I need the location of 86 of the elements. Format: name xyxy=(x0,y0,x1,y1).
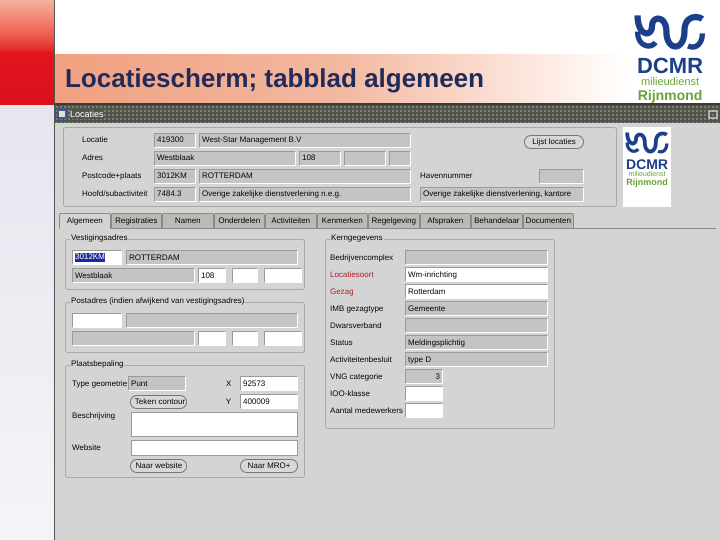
input-field[interactable] xyxy=(344,150,386,166)
input-field[interactable]: Gemeente xyxy=(405,301,548,316)
field-label: Locatiesoort xyxy=(330,270,375,278)
field-label: Havennummer xyxy=(420,172,472,180)
app-icon xyxy=(57,109,67,119)
maximize-icon[interactable] xyxy=(708,110,718,118)
field-label: X xyxy=(226,380,232,388)
field-label: VNG categorie xyxy=(330,372,384,380)
input-field[interactable] xyxy=(539,168,584,184)
input-field[interactable]: 3012KM xyxy=(154,168,196,184)
input-field[interactable] xyxy=(405,386,443,401)
input-field[interactable]: Overige zakelijke dienstverlening, kantore xyxy=(420,186,584,202)
field-label: Beschrijving xyxy=(72,412,116,420)
input-field[interactable] xyxy=(72,313,122,328)
input-field[interactable] xyxy=(405,250,548,265)
logo-name: DCMR xyxy=(626,157,668,171)
tab[interactable]: Regelgeving xyxy=(368,213,420,229)
field-label: Hoofd/subactiviteit xyxy=(81,190,148,198)
tab[interactable]: Documenten xyxy=(522,213,574,229)
input-field[interactable]: 7484.3 xyxy=(154,186,196,202)
input-field[interactable]: 108 xyxy=(299,150,341,166)
input-field[interactable]: Meldingsplichtig xyxy=(405,335,548,350)
field-label: Locatie xyxy=(81,136,109,144)
field-label: Aantal medewerkers xyxy=(330,406,404,414)
input-field[interactable]: ROTTERDAM xyxy=(126,250,298,265)
input-field[interactable] xyxy=(405,403,443,418)
field-label: Dwarsverband xyxy=(330,322,383,330)
field-label: Adres xyxy=(81,154,104,162)
input-field[interactable] xyxy=(389,150,411,166)
input-field[interactable]: West-Star Management B.V xyxy=(199,132,411,148)
logo-subtitle: Rijnmond xyxy=(626,178,668,187)
window-title: Locaties xyxy=(70,110,104,118)
input-field[interactable]: 3012KM xyxy=(72,250,122,265)
field-label: Gezag xyxy=(330,288,355,296)
slide-title: Locatiescherm; tabblad algemeen xyxy=(65,62,484,95)
action-button[interactable]: Lijst locaties xyxy=(524,135,584,149)
tab[interactable]: Afspraken xyxy=(420,213,471,229)
input-field[interactable]: Wm-inrichting xyxy=(405,267,548,282)
input-field[interactable] xyxy=(126,313,298,328)
tab[interactable]: Kenmerken xyxy=(316,213,368,229)
input-field[interactable]: Rotterdam xyxy=(405,284,548,299)
field-label: IMB gezagtype xyxy=(330,304,384,312)
field-label: Activiteitenbesluit xyxy=(330,356,393,364)
input-field[interactable]: 3 xyxy=(405,369,443,384)
input-field[interactable]: type D xyxy=(405,352,548,367)
input-field[interactable]: 92573 xyxy=(240,376,298,391)
field-label: Y xyxy=(226,398,232,406)
group-title: Plaatsbepaling xyxy=(70,360,124,368)
input-field[interactable]: Westblaak xyxy=(72,268,195,283)
action-button[interactable]: Naar website xyxy=(130,459,188,473)
tab[interactable]: Behandelaar xyxy=(471,213,522,229)
input-field[interactable]: 400009 xyxy=(240,394,298,409)
field-label: Status xyxy=(330,338,354,346)
tab[interactable]: Registraties xyxy=(110,213,162,229)
group-title: Postadres (indien afwijkend van vestigingsadres) xyxy=(70,297,246,305)
field-label: Postcode+plaats xyxy=(81,172,142,180)
group-title: Vestigingsadres xyxy=(70,234,128,242)
field-label: Website xyxy=(72,444,102,452)
input-field[interactable]: Westblaak xyxy=(154,150,296,166)
logo-subtitle: milieudienst xyxy=(640,77,700,88)
input-field[interactable] xyxy=(264,331,302,346)
group-title: Kerngegevens xyxy=(330,234,384,242)
input-field[interactable]: 419300 xyxy=(154,132,196,148)
input-field[interactable] xyxy=(72,331,195,346)
action-button[interactable]: Teken contour xyxy=(130,394,187,408)
input-field[interactable] xyxy=(232,268,258,283)
input-field[interactable]: 108 xyxy=(198,268,226,283)
tab[interactable]: Namen xyxy=(162,213,214,229)
tab[interactable]: Activiteiten xyxy=(265,213,316,229)
field-label: Type geometrie xyxy=(72,380,128,388)
logo-subtitle: Rijnmond xyxy=(638,88,702,102)
field-label: IOO-klasse xyxy=(330,390,372,398)
tab[interactable]: Onderdelen xyxy=(214,213,265,229)
input-field[interactable] xyxy=(405,318,548,333)
logo-name: DCMR xyxy=(637,55,703,77)
input-field[interactable]: Punt xyxy=(128,376,186,391)
input-field[interactable] xyxy=(198,331,226,346)
field-label: Bedrijvencomplex xyxy=(330,254,394,262)
description-field[interactable] xyxy=(130,412,298,437)
tab[interactable]: Algemeen xyxy=(59,213,110,229)
input-field[interactable] xyxy=(264,268,302,283)
input-field[interactable]: Overige zakelijke dienstverlening n.e.g. xyxy=(199,186,411,202)
input-field[interactable] xyxy=(232,331,258,346)
input-field[interactable]: ROTTERDAM xyxy=(199,168,411,184)
action-button[interactable]: Naar MRO+ xyxy=(240,459,298,473)
website-field[interactable] xyxy=(130,440,298,456)
